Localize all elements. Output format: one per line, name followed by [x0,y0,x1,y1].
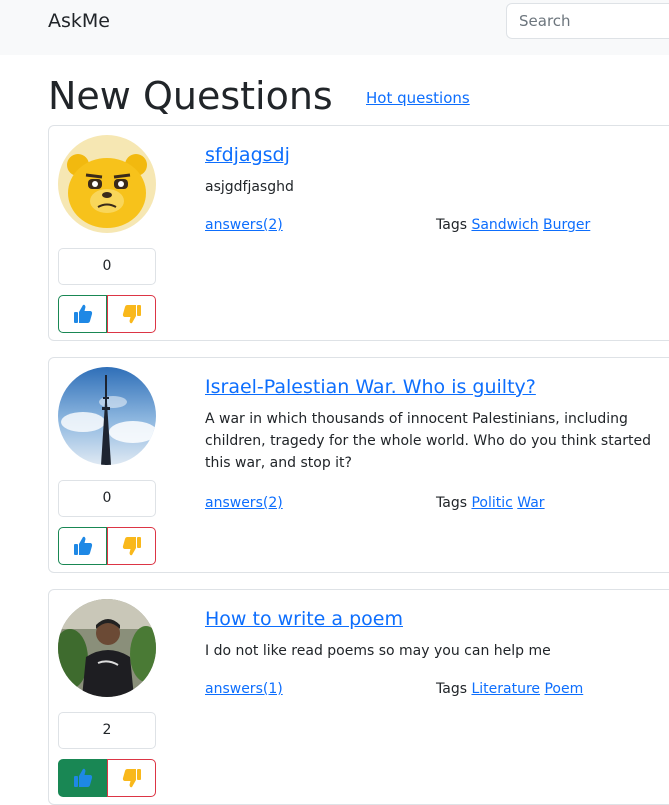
avatar [58,135,156,233]
question-card: 0 Israel-Palestian War. Who is guilty? A… [48,357,669,573]
tags: Tags Literature Poem [436,681,583,697]
thumbs-up-icon [73,304,92,323]
avatar [58,367,156,465]
tag-link[interactable]: War [517,495,544,511]
thumbs-down-icon [122,769,141,788]
question-text: asjgdfjasghd [205,179,294,195]
hot-questions-link[interactable]: Hot questions [366,89,470,107]
like-button[interactable] [58,527,107,565]
search-input[interactable] [506,3,669,39]
page-title: New Questions [48,74,333,118]
tags-label: Tags [436,217,467,233]
navbar: AskMe [0,0,669,55]
rating-count: 0 [58,480,156,517]
question-card: 0 sfdjagsdj asjgdfjasghd answers(2) Tags… [48,125,669,341]
dislike-button[interactable] [107,295,156,333]
question-text: I do not like read poems so may you can … [205,643,551,659]
rating-count: 0 [58,248,156,285]
tags-label: Tags [436,495,467,511]
question-title-link[interactable]: How to write a poem [205,608,403,630]
rating-count: 2 [58,712,156,749]
thumbs-up-icon [73,536,92,555]
like-button[interactable] [58,295,107,333]
tags: Tags Sandwich Burger [436,217,590,233]
tag-link[interactable]: Burger [543,217,590,233]
tag-link[interactable]: Sandwich [471,217,538,233]
like-button[interactable] [58,759,107,797]
answers-link[interactable]: answers(1) [205,681,283,697]
brand-link[interactable]: AskMe [48,10,110,32]
question-text: A war in which thousands of innocent Pal… [205,411,652,471]
tag-link[interactable]: Literature [471,681,540,697]
answers-link[interactable]: answers(2) [205,217,283,233]
avatar [58,599,156,697]
dislike-button[interactable] [107,759,156,797]
thumbs-up-icon [73,768,92,787]
tag-link[interactable]: Politic [471,495,512,511]
thumbs-down-icon [122,305,141,324]
tags-label: Tags [436,681,467,697]
dislike-button[interactable] [107,527,156,565]
question-title-link[interactable]: sfdjagsdj [205,144,290,166]
answers-link[interactable]: answers(2) [205,495,283,511]
question-title-link[interactable]: Israel-Palestian War. Who is guilty? [205,376,536,398]
tags: Tags Politic War [436,495,545,511]
tag-link[interactable]: Poem [544,681,583,697]
thumbs-down-icon [122,537,141,556]
